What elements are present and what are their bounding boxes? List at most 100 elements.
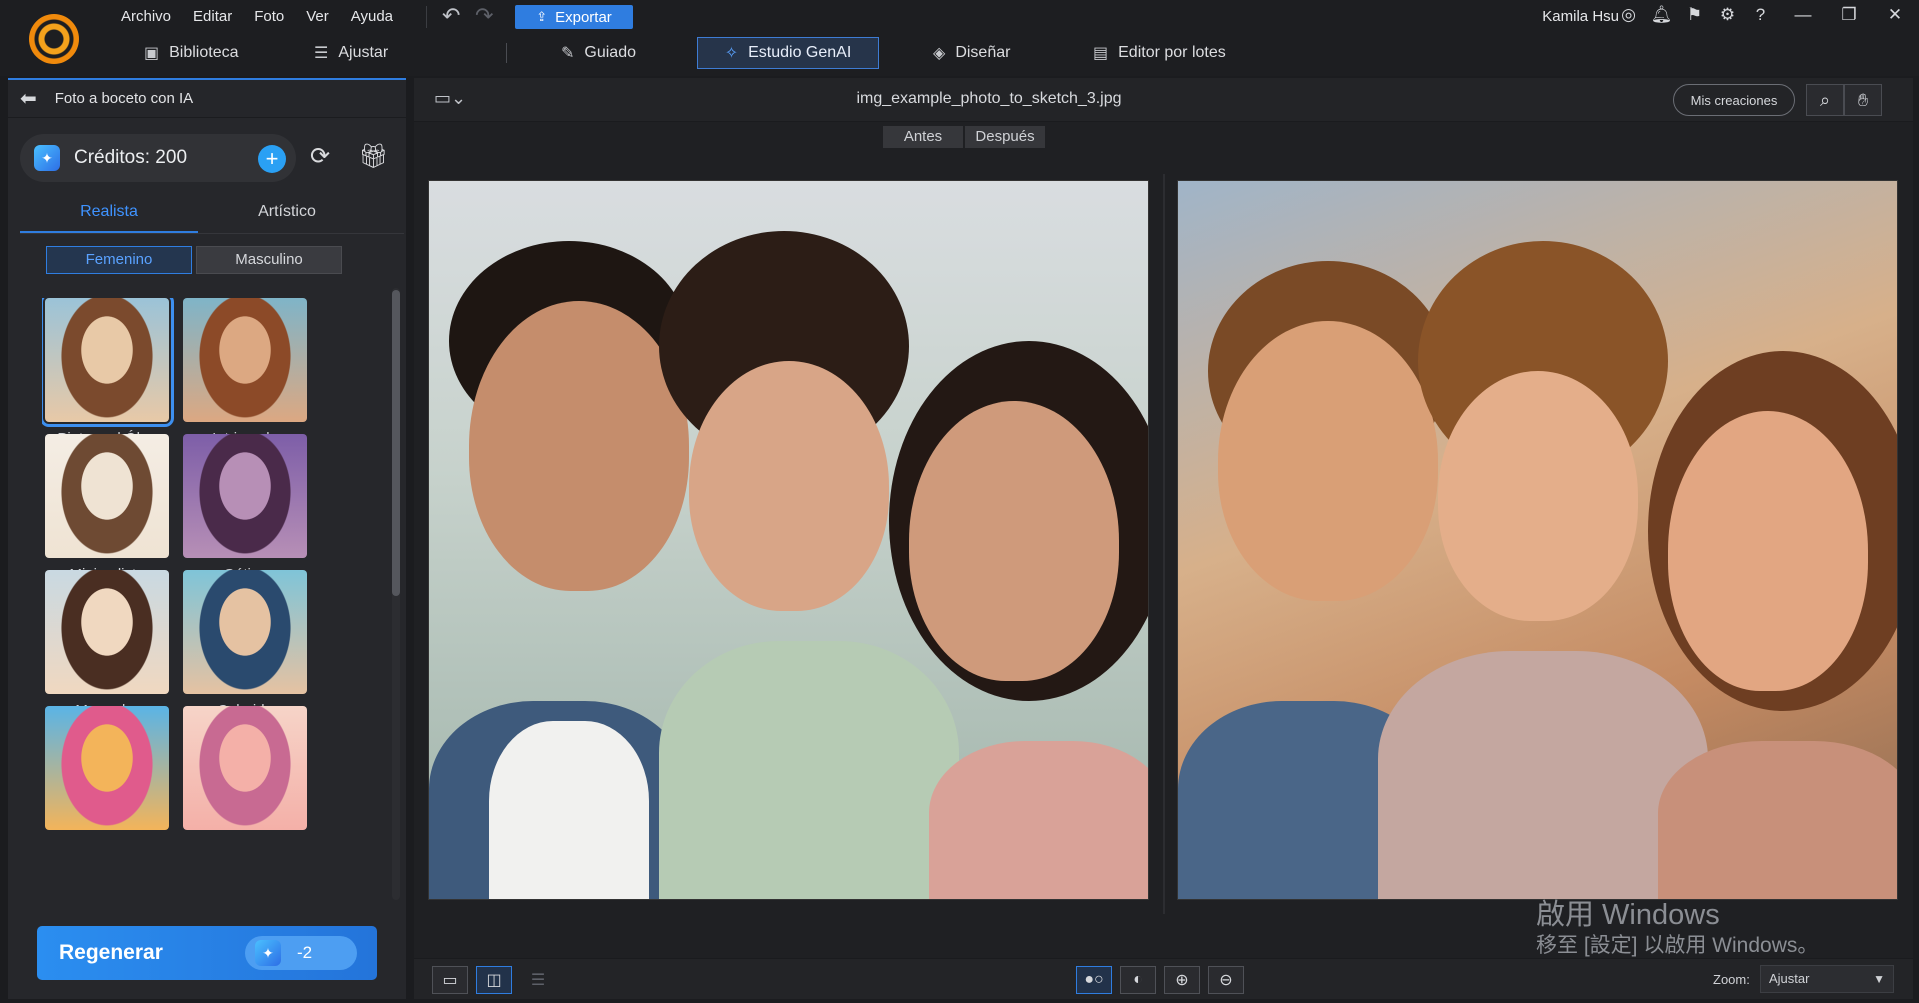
close-icon[interactable]: ✕: [1872, 2, 1918, 28]
tab-label: Biblioteca: [169, 44, 239, 61]
upload-icon: ⇪: [536, 9, 548, 24]
add-credits-button[interactable]: +: [258, 145, 286, 173]
tab-label: Diseñar: [955, 44, 1011, 61]
credit-icon: ✦: [255, 940, 281, 966]
my-creations-button[interactable]: Mis creaciones: [1673, 84, 1795, 116]
tab-biblioteca[interactable]: ▣ Biblioteca: [130, 37, 300, 69]
menu-separator: [426, 6, 427, 28]
tab-label: Editor por lotes: [1118, 44, 1226, 61]
single-view-icon[interactable]: ▭: [432, 966, 468, 994]
windows-activation-watermark: 啟用 Windows 移至 [設定] 以啟用 Windows。: [1536, 898, 1818, 960]
tab-realista[interactable]: Realista: [20, 192, 198, 233]
sparkle-icon: ✧: [724, 45, 739, 62]
zoom-tool-icon[interactable]: ⌕: [1806, 84, 1844, 116]
image-divider: [1163, 174, 1165, 914]
before-after-labels: Antes Después: [883, 126, 1045, 148]
zoom-select[interactable]: Ajustar ▼: [1760, 965, 1894, 993]
layers-icon: ◈: [933, 45, 946, 62]
redo-icon[interactable]: ↷: [475, 5, 493, 27]
scrollbar-thumb[interactable]: [392, 290, 400, 596]
compare-list-icon[interactable]: ☰: [520, 966, 556, 994]
top-icons: ◎ 🔔︎ ⚑ ⚙ ?: [1618, 4, 1771, 25]
regenerate-button[interactable]: Regenerar ✦ -2: [37, 926, 377, 980]
export-label: Exportar: [555, 8, 612, 26]
watermark-line2: 移至 [設定] 以啟用 Windows。: [1536, 934, 1819, 957]
style-thumbnail: [183, 434, 307, 558]
style-thumbnail: [42, 298, 174, 427]
gender-toggle: Femenino Masculino: [46, 246, 342, 274]
megaphone-icon[interactable]: ⚑: [1684, 4, 1705, 25]
gear-icon[interactable]: ⚙: [1717, 4, 1738, 25]
main-nav: ▣ Biblioteca ☰ Ajustar ✎ Guiado ✧ Estudi…: [130, 37, 1259, 69]
half-split-icon[interactable]: ◐: [1120, 966, 1156, 994]
tab-estudio-genai[interactable]: ✧ Estudio GenAI: [697, 37, 879, 69]
tab-label: Estudio GenAI: [748, 44, 852, 61]
app-logo-icon: [29, 14, 79, 64]
after-label: Después: [965, 126, 1045, 148]
style-card[interactable]: Pintura al Óleo: [42, 298, 174, 447]
horizontal-split-icon[interactable]: ⊖: [1208, 966, 1244, 994]
gift-icon[interactable]: 🎁︎: [358, 142, 388, 171]
menu-archivo[interactable]: Archivo: [110, 8, 182, 26]
regenerate-label: Regenerar: [59, 941, 163, 964]
zoom-label: Zoom:: [1713, 972, 1750, 987]
user-name[interactable]: Kamila Hsu: [1542, 8, 1619, 25]
left-panel: ⬅ Foto a boceto con IA ✦ Créditos: 200 +…: [8, 78, 406, 999]
before-label: Antes: [883, 126, 963, 148]
tab-label: Guiado: [584, 44, 636, 61]
style-grid: Pintura al ÓleoIntrincadoMinimalistaGóti…: [42, 298, 352, 888]
masculino-button[interactable]: Masculino: [196, 246, 342, 274]
export-button[interactable]: ⇪ Exportar: [515, 5, 633, 29]
style-tabs: Realista Artístico: [20, 192, 404, 234]
tab-ajustar[interactable]: ☰ Ajustar: [300, 37, 470, 69]
watermark-line1: 啟用 Windows: [1536, 899, 1720, 931]
chevron-down-icon: ▼: [1873, 972, 1885, 986]
style-thumbnail: [45, 434, 169, 558]
restore-icon[interactable]: ❐: [1826, 2, 1872, 28]
menu-bar: Archivo Editar Foto Ver Ayuda: [110, 8, 404, 26]
tab-artistico[interactable]: Artístico: [198, 192, 376, 233]
menu-foto[interactable]: Foto: [243, 8, 295, 26]
style-card[interactable]: Marcador: [42, 570, 172, 719]
before-image: [428, 180, 1149, 900]
style-thumbnail: [183, 570, 307, 694]
tab-disenar[interactable]: ◈ Diseñar: [919, 37, 1079, 69]
style-card[interactable]: [180, 706, 310, 838]
tab-guiado[interactable]: ✎ Guiado: [547, 37, 697, 69]
style-thumbnail: [45, 570, 169, 694]
refresh-icon[interactable]: ⟳: [310, 142, 330, 171]
panel-title: Foto a boceto con IA: [54, 90, 194, 107]
style-card[interactable]: [42, 706, 172, 838]
style-card[interactable]: Colorido: [180, 570, 310, 719]
menu-ayuda[interactable]: Ayuda: [340, 8, 404, 26]
style-card[interactable]: Gótico: [180, 434, 310, 583]
style-thumbnail: [183, 706, 307, 830]
style-thumbnail: [45, 706, 169, 830]
menu-editar[interactable]: Editar: [182, 8, 243, 26]
credits-text: Créditos: 200: [74, 147, 188, 168]
library-icon: ▣: [144, 45, 160, 62]
after-image: [1177, 180, 1898, 900]
style-thumbnail: [183, 298, 307, 422]
nav-separator: [506, 43, 507, 63]
wand-icon: ✎: [561, 45, 575, 62]
femenino-button[interactable]: Femenino: [46, 246, 192, 274]
back-arrow-icon[interactable]: ⬅: [20, 86, 37, 111]
minimize-icon[interactable]: —: [1780, 2, 1826, 28]
tab-editor-por-lotes[interactable]: ▤ Editor por lotes: [1079, 37, 1259, 69]
batch-icon: ▤: [1093, 45, 1109, 62]
side-by-side-icon[interactable]: ●○: [1076, 966, 1112, 994]
account-icon[interactable]: ◎: [1618, 4, 1639, 25]
split-view-icon[interactable]: ◫: [476, 966, 512, 994]
viewer: ▭⌄ img_example_photo_to_sketch_3.jpg Mis…: [414, 78, 1913, 999]
credit-icon: ✦: [34, 145, 60, 171]
help-icon[interactable]: ?: [1750, 4, 1771, 25]
undo-icon[interactable]: ↶: [442, 5, 460, 27]
bell-icon[interactable]: 🔔︎: [1651, 4, 1673, 25]
vertical-split-icon[interactable]: ⊕: [1164, 966, 1200, 994]
style-card[interactable]: Intrincado: [180, 298, 310, 447]
style-card[interactable]: Minimalista: [42, 434, 172, 583]
regen-cost: ✦ -2: [245, 936, 357, 970]
menu-ver[interactable]: Ver: [295, 8, 340, 26]
hand-tool-icon[interactable]: ✋︎: [1844, 84, 1882, 116]
